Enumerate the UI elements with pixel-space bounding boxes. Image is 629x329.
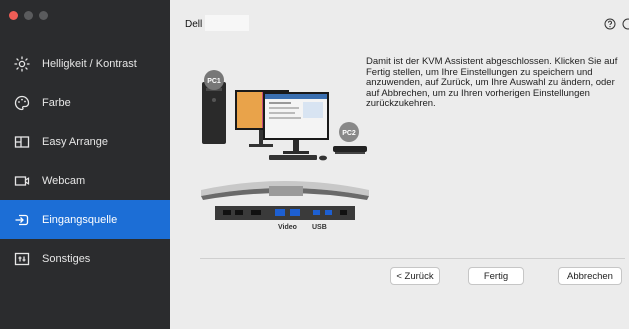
pc2-badge: PC2: [339, 122, 359, 142]
more-options-icon[interactable]: [622, 18, 629, 30]
brand-label: Dell: [185, 19, 203, 30]
sidebar-item-input-source[interactable]: Eingangsquelle: [0, 200, 170, 239]
sidebar-item-other[interactable]: Sonstiges: [0, 239, 170, 278]
sidebar-item-brightness-contrast[interactable]: Helligkeit / Kontrast: [0, 44, 170, 83]
pc1-label: PC1: [207, 78, 221, 85]
window-controls: [9, 11, 48, 20]
pc1-badge: PC1: [204, 70, 224, 90]
completion-description: Damit ist der KVM Assistent abgeschlosse…: [366, 56, 618, 109]
sidebar-item-webcam[interactable]: Webcam: [0, 161, 170, 200]
footer-divider: [200, 258, 625, 259]
sidebar-item-label: Eingangsquelle: [42, 213, 118, 226]
curved-monitor: [201, 181, 369, 200]
main-panel: Dell PC1 PC2 Video USB Damit ist der KVM…: [170, 0, 629, 329]
port-video-label: Video: [278, 224, 297, 231]
port-usb-label: USB: [312, 224, 327, 231]
back-button[interactable]: < Zurück: [390, 267, 440, 285]
layout-icon: [13, 133, 31, 151]
sidebar-nav: Helligkeit / Kontrast Farbe Easy Arrange…: [0, 44, 170, 278]
sidebar-item-label: Helligkeit / Kontrast: [42, 57, 137, 70]
palette-icon: [13, 94, 31, 112]
pc2-laptop: [333, 146, 367, 154]
zoom-window-button[interactable]: [39, 11, 48, 20]
sidebar-item-easy-arrange[interactable]: Easy Arrange: [0, 122, 170, 161]
kvm-setup-illustration: PC1 PC2 Video USB: [201, 70, 369, 231]
keyboard-mouse: [269, 155, 327, 161]
sidebar: Helligkeit / Kontrast Farbe Easy Arrange…: [0, 0, 170, 329]
input-source-icon: [13, 211, 31, 229]
header-bar: Dell: [170, 0, 629, 40]
sidebar-item-label: Sonstiges: [42, 252, 91, 265]
sidebar-item-color[interactable]: Farbe: [0, 83, 170, 122]
app-window: Helligkeit / Kontrast Farbe Easy Arrange…: [0, 0, 629, 329]
close-window-button[interactable]: [9, 11, 18, 20]
model-name-box: [205, 15, 249, 31]
sidebar-item-label: Easy Arrange: [42, 135, 109, 148]
sidebar-item-label: Farbe: [42, 96, 71, 109]
sidebar-item-label: Webcam: [42, 174, 86, 187]
finish-button[interactable]: Fertig: [468, 267, 524, 285]
minimize-window-button[interactable]: [24, 11, 33, 20]
pc1-tower: [202, 82, 226, 144]
other-settings-icon: [13, 250, 31, 268]
cancel-button[interactable]: Abbrechen: [558, 267, 622, 285]
pc2-label: PC2: [342, 130, 356, 137]
ports-panel: [215, 206, 355, 220]
brightness-icon: [13, 55, 31, 73]
webcam-icon: [13, 172, 31, 190]
help-icon[interactable]: [604, 18, 616, 30]
